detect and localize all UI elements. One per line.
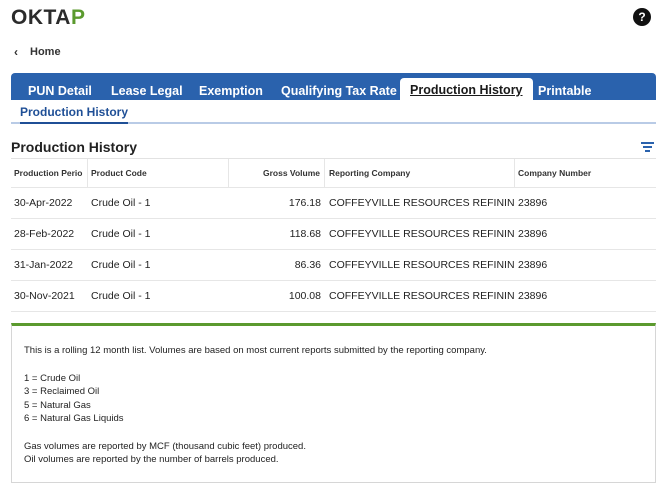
section-title: Production History	[11, 139, 138, 155]
code-line: 1 = Crude Oil	[24, 372, 81, 384]
logo-text: OKTA	[11, 6, 71, 29]
table-row: 30-Apr-2022 Crude Oil - 1 176.18 COFFEYV…	[11, 188, 656, 219]
column-header-product-code[interactable]: Product Code	[91, 159, 229, 187]
cell-reporting-company: COFFEYVILLE RESOURCES REFINING & M	[329, 259, 515, 271]
subtab-production-history[interactable]: Production History	[20, 105, 129, 124]
table-row: 31-Jan-2022 Crude Oil - 1 86.36 COFFEYVI…	[11, 250, 656, 281]
tab-production-history[interactable]: Production History	[400, 78, 533, 100]
info-intro: This is a rolling 12 month list. Volumes…	[24, 345, 487, 356]
back-home-link[interactable]: ‹ Home	[14, 45, 61, 59]
cell-production-period: 30-Nov-2021	[14, 290, 75, 302]
cell-production-period: 30-Apr-2022	[14, 197, 73, 209]
help-icon[interactable]: ?	[633, 8, 651, 26]
cell-product-code: Crude Oil - 1	[91, 228, 151, 240]
tab-qualifying-tax-rate[interactable]: Qualifying Tax Rate	[281, 84, 397, 98]
column-header-production-period[interactable]: Production Perio	[14, 159, 88, 187]
cell-gross-volume: 100.08	[288, 290, 321, 302]
cell-reporting-company: COFFEYVILLE RESOURCES REFINING & M	[329, 290, 515, 302]
cell-production-period: 31-Jan-2022	[14, 259, 73, 271]
table-row: 30-Nov-2021 Crude Oil - 1 100.08 COFFEYV…	[11, 281, 656, 312]
oil-volume-note: Oil volumes are reported by the number o…	[24, 454, 279, 465]
chevron-left-icon: ‹	[14, 45, 18, 59]
tab-bar: PUN Detail Lease Legal Exemption Qualify…	[11, 73, 656, 100]
column-header-reporting-company[interactable]: Reporting Company	[329, 159, 515, 187]
info-panel: This is a rolling 12 month list. Volumes…	[11, 323, 656, 483]
code-line: 3 = Reclaimed Oil	[24, 386, 100, 397]
cell-gross-volume: 118.68	[289, 228, 321, 240]
gas-volume-note: Gas volumes are reported by MCF (thousan…	[24, 440, 306, 452]
tab-exemption[interactable]: Exemption	[199, 84, 263, 98]
cell-product-code: Crude Oil - 1	[91, 259, 151, 271]
tab-pun-detail[interactable]: PUN Detail	[28, 84, 92, 98]
filter-icon[interactable]	[641, 142, 654, 152]
back-label: Home	[30, 46, 61, 58]
cell-reporting-company: COFFEYVILLE RESOURCES REFINING & M	[329, 197, 515, 209]
subtab-bar: Production History	[11, 100, 656, 124]
code-line: 6 = Natural Gas Liquids	[24, 413, 124, 424]
cell-reporting-company: COFFEYVILLE RESOURCES REFINING & M	[329, 228, 515, 240]
code-line: 5 = Natural Gas	[24, 399, 91, 411]
cell-company-number: 23896	[518, 228, 548, 240]
cell-company-number: 23896	[518, 259, 548, 271]
cell-gross-volume: 86.36	[294, 259, 321, 271]
cell-company-number: 23896	[518, 290, 548, 302]
table-row: 28-Feb-2022 Crude Oil - 1 118.68 COFFEYV…	[11, 219, 656, 250]
column-header-gross-volume[interactable]: Gross Volume	[229, 159, 325, 187]
tab-lease-legal[interactable]: Lease Legal	[111, 84, 183, 98]
tab-printable[interactable]: Printable	[538, 84, 592, 98]
column-header-company-number[interactable]: Company Number	[518, 159, 648, 187]
cell-company-number: 23896	[518, 197, 548, 209]
cell-product-code: Crude Oil - 1	[91, 197, 151, 209]
cell-gross-volume: 176.18	[288, 197, 321, 209]
cell-production-period: 28-Feb-2022	[14, 228, 75, 240]
cell-product-code: Crude Oil - 1	[91, 290, 151, 302]
table-header: Production Perio Product Code Gross Volu…	[11, 159, 656, 188]
production-table: Production Perio Product Code Gross Volu…	[11, 158, 656, 312]
oktap-logo[interactable]: OKTAP	[11, 6, 85, 30]
logo-accent-text: P	[70, 6, 86, 29]
top-bar: OKTAP ?	[0, 0, 664, 36]
